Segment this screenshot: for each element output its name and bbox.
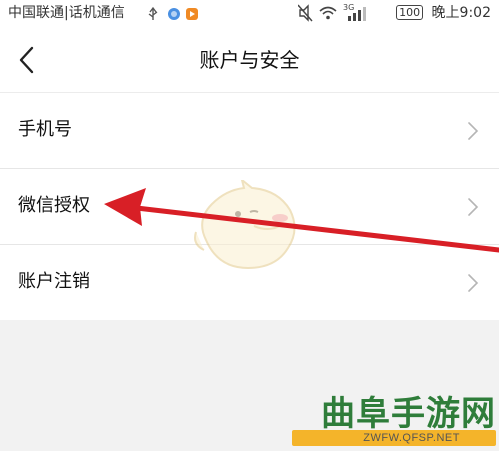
site-watermark: 曲阜手游网 ZWFW.QFSP.NET <box>286 394 496 450</box>
list-item-label: 手机号 <box>18 119 72 140</box>
clock: 晚上9:02 <box>431 5 491 21</box>
system-status-icons <box>298 4 366 22</box>
watermark-url: ZWFW.QFSP.NET <box>363 432 460 444</box>
chevron-right-icon <box>468 122 479 140</box>
usb-icon <box>148 6 158 20</box>
list-item-phone-number[interactable]: 手机号 <box>0 92 499 168</box>
header: 账户与安全 <box>0 28 499 92</box>
page-title: 账户与安全 <box>199 48 300 72</box>
video-app-icon <box>186 8 198 20</box>
mascot-watermark-icon <box>194 180 296 270</box>
network-type-label: 3G <box>343 3 355 12</box>
mute-icon <box>298 4 313 22</box>
list-item-label: 微信授权 <box>18 195 90 216</box>
status-right: 100 晚上9:02 <box>396 4 491 22</box>
watermark-brand: 曲阜手游网 <box>321 394 496 434</box>
status-bar: 中国联通|话机通信 3G 100 晚上9:02 <box>0 0 499 28</box>
chevron-right-icon <box>468 274 479 292</box>
notification-icons <box>148 6 198 20</box>
browser-icon <box>168 8 180 20</box>
wifi-icon <box>319 6 337 20</box>
battery-level: 100 <box>399 6 421 19</box>
chevron-right-icon <box>468 198 479 216</box>
list-item-label: 账户注销 <box>18 271 90 292</box>
carrier-label: 中国联通|话机通信 <box>8 5 125 21</box>
battery-indicator: 100 <box>396 5 424 20</box>
